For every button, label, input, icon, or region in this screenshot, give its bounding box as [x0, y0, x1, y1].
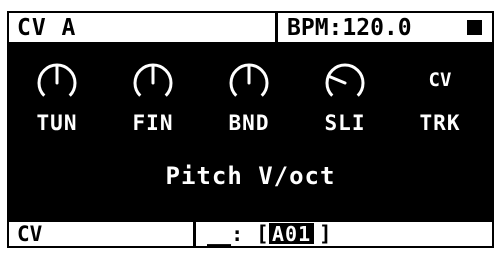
knob-label: BND [228, 111, 270, 135]
knob-dial-icon [229, 63, 269, 97]
track-label: TRK [419, 111, 461, 135]
knob-label: SLI [324, 111, 366, 135]
bpm-readout[interactable]: BPM:120.0 [287, 15, 412, 41]
track-value: CV [428, 69, 452, 91]
knob-label: TUN [36, 111, 78, 135]
footer-open-bracket: [ [256, 222, 269, 246]
page-title: CV A [17, 15, 77, 41]
knob-dial-icon [133, 63, 173, 97]
header-divider [275, 13, 278, 42]
knob-dial-icon [37, 63, 77, 97]
knob-dial-icon [325, 63, 365, 97]
footer-mode-label: CV [17, 222, 43, 246]
footer-bar: CV __: [ A01 ] [7, 222, 494, 248]
footer-close-bracket: ] [319, 222, 332, 246]
footer-pattern-value[interactable]: A01 [269, 223, 315, 245]
device-screen: CV A BPM:120.0 TUN FIN BND SLI CV TRK Pi… [7, 11, 494, 248]
header-bar: CV A BPM:120.0 [7, 11, 494, 44]
stop-icon[interactable] [467, 20, 482, 35]
mode-label: Pitch V/oct [165, 162, 336, 190]
footer-divider [193, 222, 196, 246]
parameter-panel: TUN FIN BND SLI CV TRK Pitch V/oct [7, 44, 494, 222]
footer-prefix: __: [207, 222, 244, 246]
knob-label: FIN [132, 111, 174, 135]
